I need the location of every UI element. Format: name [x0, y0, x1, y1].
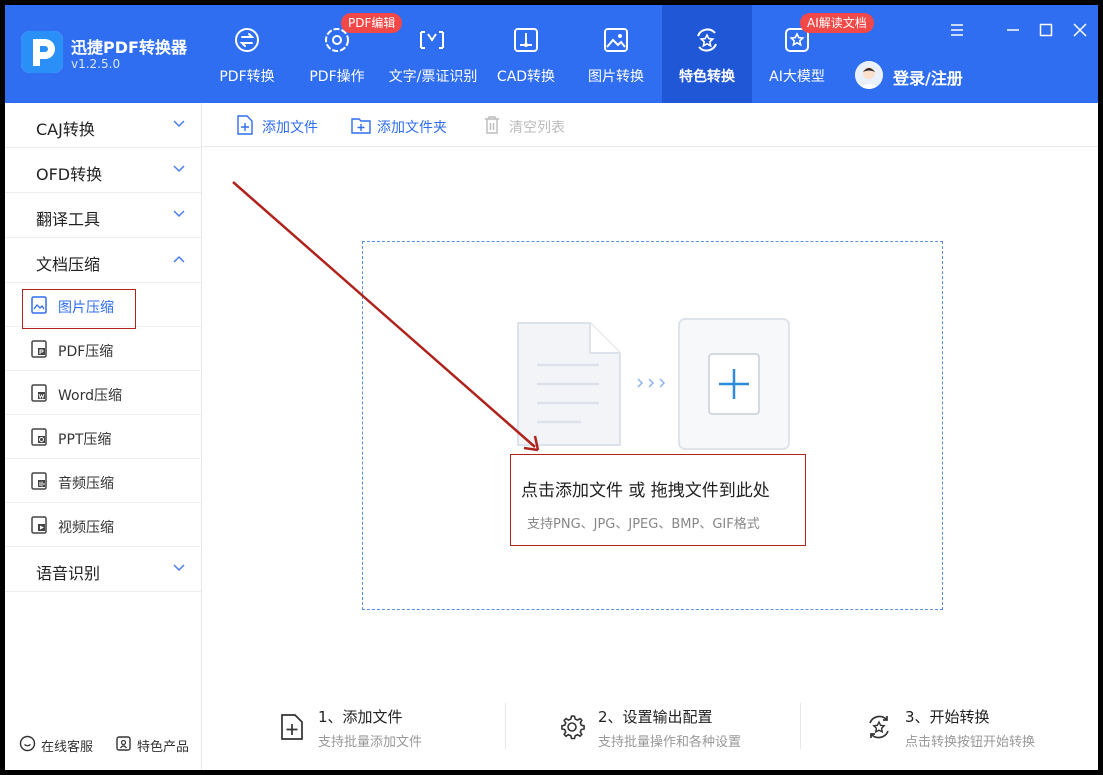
step-start-convert: 3、开始转换 点击转换按钮开始转换	[865, 705, 1065, 755]
pdf-convert-icon	[235, 28, 259, 52]
triple-chevron-icon	[637, 378, 666, 388]
clear-list-button[interactable]: 清空列表	[483, 115, 573, 136]
nav-image-convert[interactable]: 图片转换	[571, 5, 661, 103]
nav-pdf-convert[interactable]: PDF转换	[202, 5, 292, 103]
star-cycle-icon	[869, 715, 889, 739]
image-icon	[604, 28, 628, 52]
nav-ocr[interactable]: 文字/票证识别	[387, 5, 479, 103]
step-title: 3、开始转换	[905, 708, 990, 726]
chevron-down-icon	[173, 165, 185, 173]
toolbar: 添加文件 添加文件夹 清空列表	[203, 103, 1098, 147]
sidebar-item-pdf-compress[interactable]: PDF压缩	[5, 327, 201, 371]
cad-icon	[514, 28, 538, 52]
add-file-icon	[281, 714, 303, 740]
step-divider	[505, 703, 506, 749]
sidebar-cat-compress[interactable]: 文档压缩	[5, 238, 201, 283]
nav-label: PDF转换	[219, 69, 275, 85]
nav-cad[interactable]: CAD转换	[481, 5, 571, 103]
step-add-file: 1、添加文件 支持批量添加文件	[278, 705, 478, 755]
sidebar-item-label: Word压缩	[58, 388, 122, 404]
menu-icon[interactable]	[944, 17, 970, 43]
document-illustration-icon	[517, 322, 621, 446]
sidebar-cat-caj[interactable]: CAJ转换	[5, 103, 201, 148]
nav-label: PDF操作	[309, 69, 365, 85]
video-file-icon	[31, 516, 47, 534]
nav-label: 特色转换	[679, 69, 735, 85]
sidebar-cat-label: OFD转换	[36, 165, 103, 184]
step-divider	[800, 703, 801, 749]
add-folder-button[interactable]: 添加文件夹	[351, 115, 456, 136]
step-output-settings: 2、设置输出配置 支持批量操作和各种设置	[558, 705, 798, 755]
avatar[interactable]	[855, 61, 883, 89]
step-desc: 点击转换按钮开始转换	[905, 735, 1036, 750]
add-file-button[interactable]: 添加文件	[236, 115, 326, 136]
chevron-up-icon	[173, 255, 185, 263]
chat-icon	[19, 735, 36, 752]
add-folder-icon	[351, 118, 371, 134]
chevron-down-icon	[173, 564, 185, 572]
annotation-highlight-box	[510, 454, 806, 546]
app-version: v1.2.5.0	[71, 57, 121, 71]
nav-label: AI大模型	[769, 69, 825, 85]
sidebar-cat-speech[interactable]: 语音识别	[5, 547, 201, 592]
close-icon[interactable]	[1067, 17, 1093, 43]
minimize-icon[interactable]	[1000, 17, 1026, 43]
sidebar-cat-label: 语音识别	[36, 564, 101, 583]
ocr-scan-icon	[420, 31, 444, 49]
sidebar-item-word-compress[interactable]: Word压缩	[5, 371, 201, 415]
step-desc: 支持批量操作和各种设置	[598, 735, 742, 750]
word-file-icon	[31, 384, 47, 402]
sidebar-item-video-compress[interactable]: 视频压缩	[5, 503, 201, 547]
chevron-down-icon	[173, 120, 185, 128]
audio-file-icon	[31, 472, 47, 490]
sidebar-item-label: PPT压缩	[58, 432, 112, 448]
sidebar-item-label: PDF压缩	[58, 344, 114, 360]
login-register-link[interactable]: 登录/注册	[893, 65, 963, 89]
annotation-highlight-box	[22, 289, 136, 329]
ai-doc-badge[interactable]: AI解读文档	[800, 13, 874, 33]
top-header: 迅捷PDF转换器 v1.2.5.0 PDF转换 PDF操作 PDF编辑 文字/票…	[5, 5, 1098, 103]
sidebar-item-label: 音频压缩	[58, 476, 114, 492]
step-title: 1、添加文件	[318, 708, 403, 726]
nav-label: 文字/票证识别	[388, 69, 478, 85]
clear-list-label: 清空列表	[509, 120, 565, 136]
sidebar-item-audio-compress[interactable]: 音频压缩	[5, 459, 201, 503]
add-file-icon	[237, 115, 253, 135]
pdf-file-icon	[31, 340, 47, 358]
trash-icon	[485, 116, 499, 134]
sidebar-cat-translate[interactable]: 翻译工具	[5, 193, 201, 238]
sidebar-cat-label: CAJ转换	[36, 120, 95, 139]
nav-special-convert[interactable]: 特色转换	[662, 5, 752, 103]
gear-icon	[561, 715, 585, 740]
step-title: 2、设置输出配置	[598, 708, 713, 726]
add-file-label: 添加文件	[262, 120, 318, 136]
sidebar-cat-label: 翻译工具	[36, 210, 101, 229]
app-logo	[21, 31, 63, 73]
sidebar-cat-ofd[interactable]: OFD转换	[5, 148, 201, 193]
maximize-icon[interactable]	[1033, 17, 1059, 43]
star-cycle-icon	[697, 28, 717, 52]
chevron-down-icon	[173, 210, 185, 218]
add-folder-label: 添加文件夹	[377, 120, 447, 136]
nav-label: CAD转换	[496, 69, 556, 85]
file-drop-zone[interactable]	[362, 241, 943, 610]
ppt-file-icon	[31, 428, 47, 446]
add-target-icon	[678, 318, 790, 450]
product-icon	[116, 736, 131, 751]
sidebar-item-label: 视频压缩	[58, 520, 114, 536]
nav-label: 图片转换	[588, 69, 644, 85]
sidebar-item-ppt-compress[interactable]: PPT压缩	[5, 415, 201, 459]
app-name: 迅捷PDF转换器	[71, 38, 187, 57]
step-desc: 支持批量添加文件	[318, 735, 423, 750]
online-service-label: 在线客服	[41, 740, 94, 755]
featured-products-button[interactable]: 特色产品	[115, 733, 205, 755]
online-service-button[interactable]: 在线客服	[19, 733, 109, 755]
sidebar-cat-label: 文档压缩	[36, 255, 101, 274]
featured-products-label: 特色产品	[137, 740, 190, 755]
sidebar: CAJ转换 OFD转换 翻译工具 文档压缩 图片压缩 PDF压缩 Word压缩 …	[5, 103, 202, 770]
app-window: 迅捷PDF转换器 v1.2.5.0 PDF转换 PDF操作 PDF编辑 文字/票…	[5, 5, 1098, 770]
